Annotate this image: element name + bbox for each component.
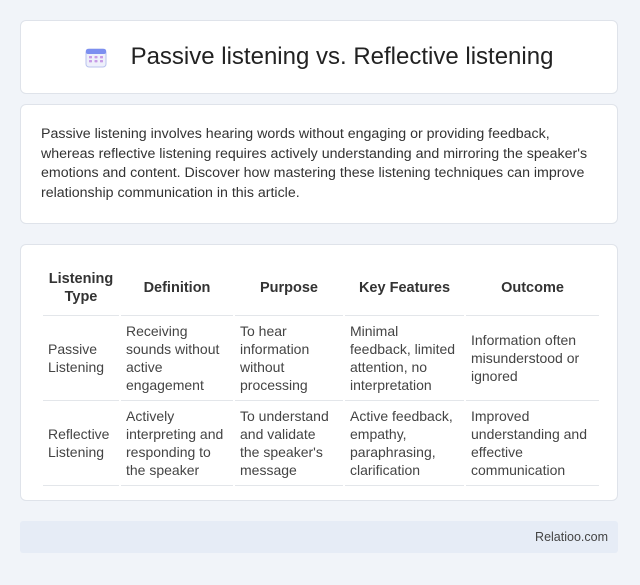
- page-title: Passive listening vs. Reflective listeni…: [130, 43, 554, 70]
- cell-outcome: Information often misunderstood or ignor…: [466, 316, 599, 401]
- comparison-table-card: Listening Type Definition Purpose Key Fe…: [20, 244, 618, 501]
- cell-definition: Actively interpreting and responding to …: [121, 401, 233, 486]
- header-purpose: Purpose: [235, 261, 343, 316]
- header-definition: Definition: [121, 261, 233, 316]
- comparison-table: Listening Type Definition Purpose Key Fe…: [41, 261, 601, 486]
- table-row: Passive Listening Receiving sounds witho…: [43, 316, 599, 401]
- footer: Relatioo.com: [20, 521, 618, 553]
- table-row: Reflective Listening Actively interpreti…: [43, 401, 599, 486]
- table-header-row: Listening Type Definition Purpose Key Fe…: [43, 261, 599, 316]
- cell-definition: Receiving sounds without active engageme…: [121, 316, 233, 401]
- cell-outcome: Improved understanding and effective com…: [466, 401, 599, 486]
- title-card: Passive listening vs. Reflective listeni…: [20, 20, 618, 94]
- intro-card: Passive listening involves hearing words…: [20, 104, 618, 224]
- calendar-icon: [85, 48, 107, 68]
- intro-text: Passive listening involves hearing words…: [41, 126, 588, 201]
- cell-listening-type: Reflective Listening: [43, 401, 119, 486]
- header-key-features: Key Features: [345, 261, 464, 316]
- cell-purpose: To hear information without processing: [235, 316, 343, 401]
- cell-key-features: Active feedback, empathy, paraphrasing, …: [345, 401, 464, 486]
- cell-key-features: Minimal feedback, limited attention, no …: [345, 316, 464, 401]
- header-listening-type: Listening Type: [43, 261, 119, 316]
- footer-brand: Relatioo.com: [535, 530, 608, 544]
- cell-purpose: To understand and validate the speaker's…: [235, 401, 343, 486]
- header-outcome: Outcome: [466, 261, 599, 316]
- cell-listening-type: Passive Listening: [43, 316, 119, 401]
